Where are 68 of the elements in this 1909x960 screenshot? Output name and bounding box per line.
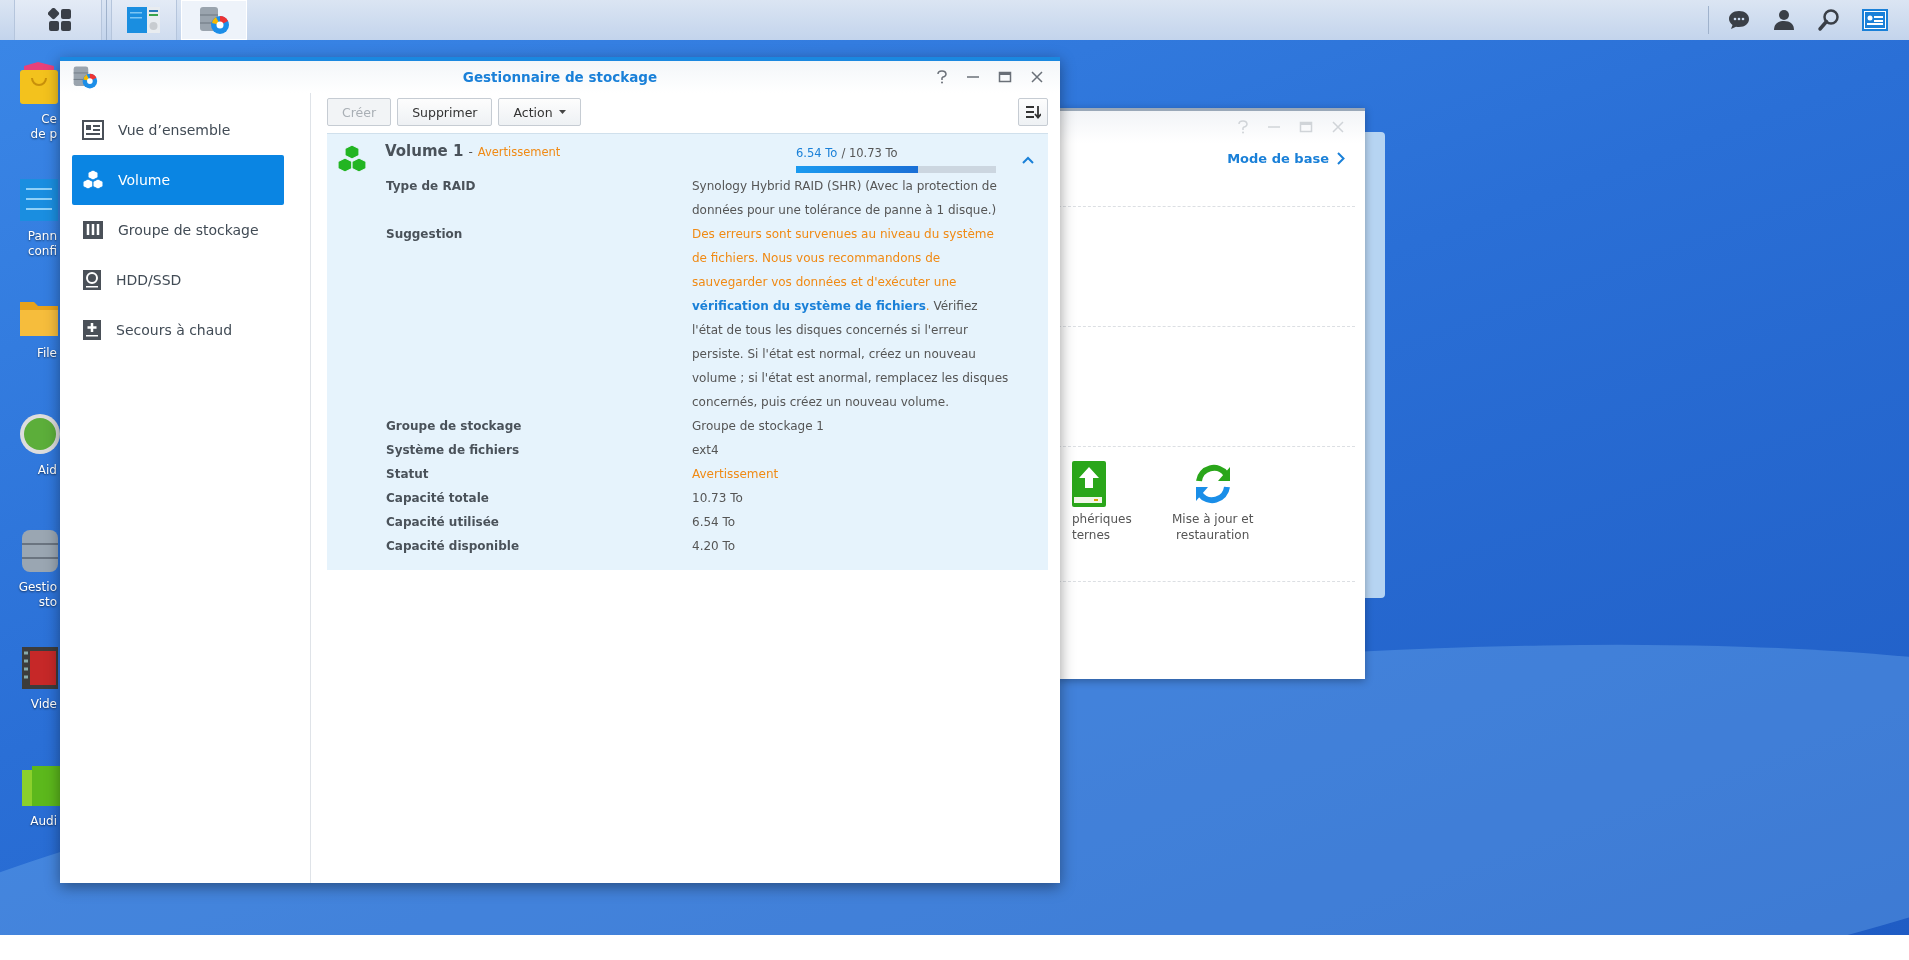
- sidebar-item[interactable]: Volume: [72, 155, 284, 205]
- desktop-icon-label[interactable]: Pann: [27, 229, 58, 244]
- separator-text: -: [468, 145, 473, 159]
- toolbar-button[interactable]: Supprimer: [397, 98, 493, 126]
- taskbar-app-button[interactable]: [111, 0, 177, 40]
- desktop-icon-label[interactable]: de p: [30, 127, 58, 142]
- user-icon[interactable]: [1772, 8, 1796, 32]
- detail-label: Statut: [386, 466, 430, 483]
- detail-value: Synology Hybrid RAID (SHR) (Avec la protection de données pour une tolérance de panne à 1 disque.): [692, 178, 998, 219]
- desktop-icon-label[interactable]: Gestio: [18, 580, 58, 595]
- app-label[interactable]: restauration: [1176, 527, 1250, 543]
- control-panel-icon: [127, 6, 161, 34]
- detail-value: Avertissement: [692, 466, 780, 483]
- cubes-icon: [337, 144, 367, 174]
- detail-value: ext4: [692, 442, 720, 459]
- window-title: Gestionnaire de stockage: [462, 69, 658, 85]
- basic-mode-link[interactable]: Mode de base: [1227, 143, 1365, 166]
- detail-value: 10.73 To: [692, 490, 744, 507]
- chevron-up-icon: [1022, 156, 1034, 164]
- close-icon[interactable]: [1030, 70, 1044, 84]
- sort-button[interactable]: [1018, 98, 1048, 126]
- app-label[interactable]: phériques: [1072, 511, 1132, 527]
- used-capacity: 6.54 To: [796, 146, 838, 160]
- action-dropdown[interactable]: Action: [498, 98, 581, 126]
- suggestion-text: Des erreurs sont survenues au niveau du système de fichiers. Nous vous recommandons de sauvegarder vos données et d'exécuter une vérification du système de fichiers. Vérifiez l'état de tous les disques concernés si l'erreur persiste. Si l'état est normal, créez un nouveau volume ; si l'état est anormal, remplacez les disques concernés, puis créez un nouveau volume.: [692, 226, 1010, 411]
- widget-icon[interactable]: [1862, 9, 1888, 31]
- volume-status: Avertissement: [477, 145, 561, 159]
- file-system-check-link[interactable]: vérification du système de fichiers: [692, 299, 926, 313]
- upload-drive-icon[interactable]: [1072, 461, 1106, 507]
- chat-icon[interactable]: [1727, 8, 1751, 32]
- detail-label: Capacité utilisée: [386, 514, 500, 531]
- sidebar-item[interactable]: Groupe de stockage: [72, 205, 284, 255]
- sort-icon: [1025, 105, 1041, 119]
- desktop-icon-label[interactable]: sto: [38, 595, 58, 610]
- search-icon[interactable]: [1817, 8, 1841, 32]
- app-label[interactable]: ternes: [1072, 527, 1111, 543]
- desktop-icon-label[interactable]: Audi: [30, 814, 58, 829]
- help-icon[interactable]: [936, 70, 948, 84]
- desktop-icon-label[interactable]: File: [36, 346, 58, 361]
- detail-label: Suggestion: [386, 226, 464, 243]
- desktop-icon-label[interactable]: confi: [27, 244, 58, 259]
- desktop-icon-label[interactable]: Ce: [41, 112, 58, 127]
- volume-name: Volume 1: [385, 142, 464, 160]
- storage-manager-icon: [198, 5, 230, 35]
- detail-label: Capacité disponible: [386, 538, 521, 555]
- maximize-icon[interactable]: [998, 70, 1012, 84]
- storage-manager-icon: [72, 64, 98, 90]
- grid-icon: [48, 8, 72, 32]
- detail-value: 6.54 To: [692, 514, 737, 531]
- desktop-icon-label[interactable]: Aid: [37, 463, 58, 478]
- main-menu-button[interactable]: [14, 0, 102, 40]
- detail-label: Capacité totale: [386, 490, 490, 507]
- detail-label: Groupe de stockage: [386, 418, 523, 435]
- desktop-icon-label[interactable]: Vide: [30, 697, 58, 712]
- detail-label: Système de fichiers: [386, 442, 521, 459]
- sidebar-item[interactable]: Vue d’ensemble: [72, 105, 284, 155]
- total-capacity: / 10.73 To: [841, 146, 898, 160]
- sidebar-item[interactable]: HDD/SSD: [72, 255, 284, 305]
- detail-value: Groupe de stockage 1: [692, 418, 825, 435]
- app-label[interactable]: Mise à jour et: [1172, 511, 1254, 527]
- caret-icon: [558, 110, 566, 114]
- detail-label: Type de RAID: [386, 178, 477, 195]
- sidebar-item[interactable]: Secours à chaud: [72, 305, 284, 355]
- detail-value: 4.20 To: [692, 538, 737, 555]
- id-card-icon: [82, 120, 104, 140]
- chevron-right-icon: [1337, 152, 1345, 165]
- cubes-icon: [82, 169, 104, 191]
- drive-bays-icon: [82, 220, 104, 240]
